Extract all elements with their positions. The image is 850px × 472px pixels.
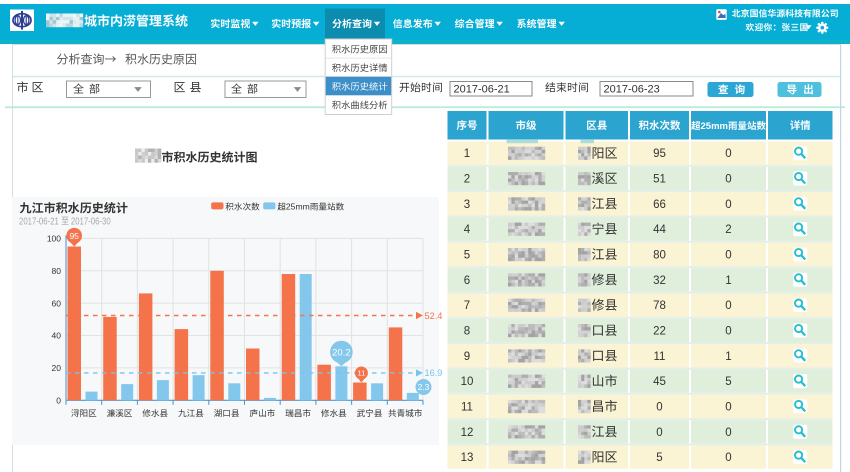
svg-text:11: 11 bbox=[654, 351, 666, 363]
svg-text:0: 0 bbox=[656, 427, 662, 439]
svg-text:40: 40 bbox=[52, 331, 62, 341]
svg-text:2017-06-21: 2017-06-21 bbox=[19, 216, 59, 227]
svg-text:45: 45 bbox=[653, 376, 666, 388]
svg-text:60: 60 bbox=[52, 298, 62, 308]
svg-text:0: 0 bbox=[725, 427, 731, 439]
svg-text:2.3: 2.3 bbox=[418, 382, 430, 392]
svg-text:4: 4 bbox=[464, 224, 471, 236]
svg-text:16.9: 16.9 bbox=[425, 368, 443, 378]
svg-text:0: 0 bbox=[725, 148, 731, 160]
svg-text:0: 0 bbox=[725, 174, 731, 186]
svg-text:20.2: 20.2 bbox=[332, 347, 351, 358]
svg-text:52.4: 52.4 bbox=[425, 311, 443, 321]
svg-text:1: 1 bbox=[725, 351, 731, 363]
svg-text:78: 78 bbox=[653, 300, 666, 312]
svg-text:95: 95 bbox=[69, 231, 79, 241]
svg-text:5: 5 bbox=[725, 376, 731, 388]
svg-text:11: 11 bbox=[358, 369, 366, 378]
svg-text:25mm: 25mm bbox=[701, 121, 728, 132]
svg-text:32: 32 bbox=[653, 275, 666, 287]
svg-text:5: 5 bbox=[656, 452, 662, 464]
svg-text:20: 20 bbox=[52, 363, 62, 373]
svg-text:0: 0 bbox=[725, 401, 731, 413]
svg-text:100: 100 bbox=[47, 234, 61, 244]
svg-text:0: 0 bbox=[725, 199, 731, 211]
svg-text:0: 0 bbox=[725, 326, 731, 338]
svg-text:12: 12 bbox=[461, 427, 474, 439]
svg-text:95: 95 bbox=[653, 148, 666, 160]
svg-text:0: 0 bbox=[725, 250, 731, 262]
svg-text:2017-06-21: 2017-06-21 bbox=[454, 83, 510, 95]
svg-text:2: 2 bbox=[725, 224, 731, 236]
svg-text:80: 80 bbox=[653, 250, 666, 262]
svg-text:51: 51 bbox=[653, 174, 666, 186]
svg-text:2017-06-30: 2017-06-30 bbox=[71, 216, 111, 227]
svg-text:5: 5 bbox=[464, 250, 470, 262]
svg-text:7: 7 bbox=[464, 300, 470, 312]
svg-text:9: 9 bbox=[464, 351, 470, 363]
svg-text:0: 0 bbox=[725, 300, 731, 312]
svg-text:1: 1 bbox=[464, 148, 470, 160]
svg-text:0: 0 bbox=[725, 452, 731, 464]
svg-text:8: 8 bbox=[464, 326, 470, 338]
svg-text:10: 10 bbox=[461, 376, 474, 388]
svg-text:80: 80 bbox=[52, 266, 62, 276]
svg-text:25mm: 25mm bbox=[286, 202, 310, 212]
svg-text:22: 22 bbox=[653, 326, 666, 338]
svg-text:1: 1 bbox=[725, 275, 731, 287]
svg-text:66: 66 bbox=[653, 199, 666, 211]
svg-text:3: 3 bbox=[464, 199, 470, 211]
svg-text:13: 13 bbox=[461, 452, 474, 464]
svg-text:2: 2 bbox=[464, 174, 470, 186]
svg-text:0: 0 bbox=[56, 396, 61, 406]
svg-text:2017-06-23: 2017-06-23 bbox=[604, 83, 660, 95]
svg-text:0: 0 bbox=[656, 401, 662, 413]
svg-text:44: 44 bbox=[653, 224, 666, 236]
svg-text:6: 6 bbox=[464, 275, 470, 287]
svg-text:11: 11 bbox=[461, 401, 473, 413]
